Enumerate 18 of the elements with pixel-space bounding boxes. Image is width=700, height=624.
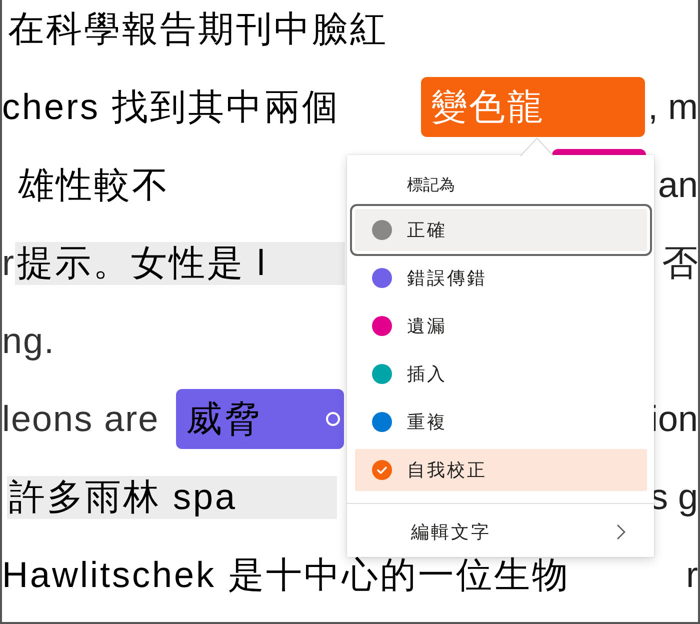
- word-tag[interactable]: [552, 149, 646, 155]
- word-tag[interactable]: 威脅: [176, 389, 344, 449]
- menu-header: 標記為: [406, 174, 456, 196]
- highlighted-text: 許多雨林 spa: [7, 476, 337, 518]
- body-text: r: [686, 554, 698, 596]
- body-text: 雄性較不: [18, 164, 170, 206]
- body-text: Hawlitschek 是十中心的一位生物: [2, 554, 570, 596]
- body-text: leons are: [2, 398, 160, 440]
- body-text: r: [2, 242, 15, 284]
- body-text: ng.: [2, 320, 56, 362]
- body-text: an: [658, 164, 698, 206]
- body-text: chers 找到其中兩個: [2, 86, 340, 128]
- menu-item[interactable]: 正確: [350, 204, 652, 256]
- body-text: 否: [662, 242, 698, 284]
- menu-item[interactable]: 編輯文字: [347, 504, 654, 557]
- body-text: 在科學報告期刊中臉紅: [8, 8, 388, 50]
- body-text: , m: [648, 86, 698, 128]
- highlighted-text: 提示。女性是 l: [15, 242, 345, 284]
